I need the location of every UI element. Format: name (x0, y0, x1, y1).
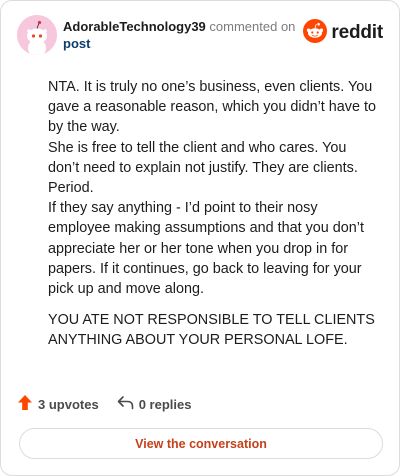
comment-body: NTA. It is truly no one’s business, even… (48, 77, 378, 351)
comment-meta: AdorableTechnology39 commented on post (63, 18, 295, 52)
reddit-logo-icon (303, 18, 328, 48)
reply-arrow-icon (117, 395, 139, 413)
upvotes-stat[interactable]: 3 upvotes (17, 394, 99, 414)
comment-card: AdorableTechnology39 commented on post r… (0, 0, 400, 476)
reddit-brand[interactable]: reddit (303, 18, 383, 48)
comment-line: YOU ATE NOT RESPONSIBLE TO TELL CLIENTS … (48, 312, 375, 349)
action-text: commented on (209, 19, 296, 34)
post-link[interactable]: post (63, 35, 295, 52)
comment-header: AdorableTechnology39 commented on post r… (17, 15, 383, 55)
comment-line: If they say anything - I’d point to thei… (48, 200, 364, 298)
snoo-avatar-icon[interactable] (17, 15, 57, 55)
replies-stat[interactable]: 0 replies (117, 395, 192, 413)
upvotes-count: 3 upvotes (38, 396, 99, 412)
comment-line: NTA. It is truly no one’s business, even… (48, 79, 377, 136)
replies-count: 0 replies (138, 396, 192, 412)
brand-name: reddit (331, 22, 383, 43)
comment-line: She is free to tell the client and who c… (48, 139, 358, 197)
upvote-arrow-icon (17, 394, 38, 414)
view-conversation-button[interactable]: View the conversation (19, 428, 383, 459)
comment-stats: 3 upvotes 0 replies (17, 393, 191, 415)
username[interactable]: AdorableTechnology39 (63, 19, 206, 34)
